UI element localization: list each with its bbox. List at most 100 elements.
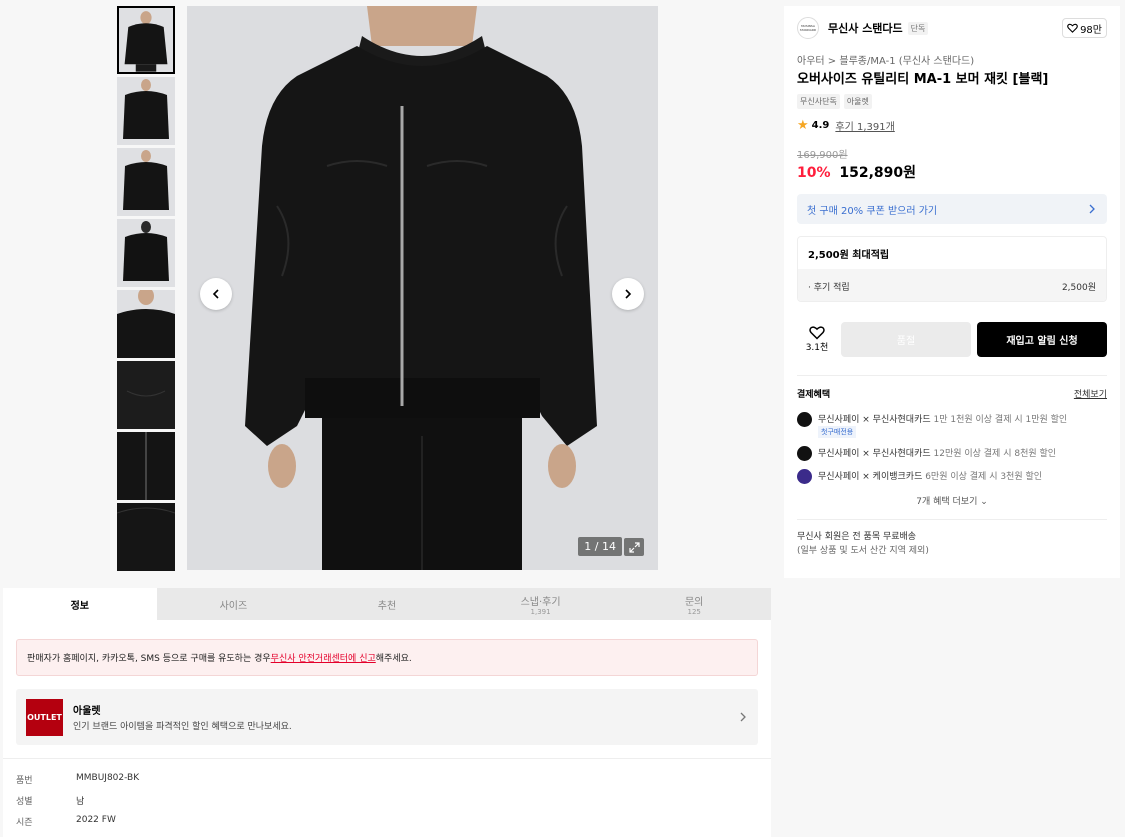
detail-tabs: 정보 사이즈 추천 스냅·후기 1,391 문의 125 xyxy=(3,588,771,620)
info-key: 품번 xyxy=(16,776,33,786)
card-icon xyxy=(797,469,812,484)
wishlist-button[interactable]: 3.1천 xyxy=(797,325,837,353)
coupon-banner[interactable]: 첫 구매 20% 쿠폰 받으러 가기 xyxy=(797,194,1107,224)
price-row: 10% 152,890원 xyxy=(797,162,916,182)
rating: ★ 4.9 후기 1,391개 xyxy=(797,118,895,133)
tab-label: 스냅·후기 xyxy=(520,596,561,608)
fraud-warning: 판매자가 홈페이지, 카카오톡, SMS 등으로 구매를 유도하는 경우 무신사… xyxy=(16,639,758,676)
product-info-panel: MUSINSA STANDARD 무신사 스탠다드 단독 98만 아우터 > 블… xyxy=(784,6,1120,578)
info-row-season: 시즌 2022 FW xyxy=(16,815,116,828)
tab-count: 1,391 xyxy=(530,607,551,616)
action-row: 3.1천 품절 재입고 알림 신청 xyxy=(797,321,1107,357)
heart-icon xyxy=(809,326,825,340)
info-row-gender: 성별 남 xyxy=(16,794,84,807)
card-icon xyxy=(797,412,812,427)
brand-name[interactable]: 무신사 스탠다드 xyxy=(828,20,903,36)
image-counter: 1 / 14 xyxy=(578,537,622,556)
card-icon xyxy=(797,446,812,461)
free-shipping-note: (일부 상품 및 도서 산간 지역 제외) xyxy=(797,546,929,556)
payment-benefit-item: 무신사페이 × 케이뱅크카드 6만원 이상 결제 시 3천원 할인 xyxy=(797,469,1107,484)
payment-benefit-item: 무신사페이 × 무신사현대카드 12만원 이상 결제 시 8천원 할인 xyxy=(797,446,1107,461)
tab-size[interactable]: 사이즈 xyxy=(157,588,311,620)
first-purchase-badge: 첫구매전용 xyxy=(818,426,857,438)
benefit-title: 무신사페이 × 무신사현대카드 xyxy=(818,415,931,425)
star-icon: ★ xyxy=(797,118,809,133)
max-points: 2,500원 최대적립 xyxy=(808,249,890,261)
soldout-button: 품절 xyxy=(841,321,971,357)
tag-exclusive: 무신사단독 xyxy=(797,94,840,109)
payment-benefits-title: 결제혜택 xyxy=(797,390,831,400)
brand-row: MUSINSA STANDARD 무신사 스탠다드 단독 98만 xyxy=(797,16,1107,40)
tag-outlet: 아울렛 xyxy=(843,94,872,109)
expand-button[interactable] xyxy=(624,538,644,556)
warning-text: 판매자가 홈페이지, 카카오톡, SMS 등으로 구매를 유도하는 경우 xyxy=(27,654,271,664)
info-key: 성별 xyxy=(16,797,33,807)
thumbnail-3[interactable] xyxy=(117,148,175,216)
benefit-desc: 1만 1천원 이상 결제 시 1만원 할인 xyxy=(930,415,1068,425)
tab-label: 문의 xyxy=(684,596,704,608)
outlet-title: 아울렛 xyxy=(73,706,101,717)
warning-text-end: 해주세요. xyxy=(375,654,412,664)
tab-info[interactable]: 정보 xyxy=(3,588,157,620)
payment-benefit-item: 무신사페이 × 무신사현대카드 1만 1천원 이상 결제 시 1만원 할인 xyxy=(797,412,1107,427)
chevron-right-icon xyxy=(1089,204,1095,214)
expand-icon xyxy=(628,541,640,553)
benefit-title: 무신사페이 × 무신사현대카드 xyxy=(818,449,931,459)
brand-tag: 단독 xyxy=(907,21,929,35)
tab-count: 125 xyxy=(687,607,701,616)
tab-snap-review[interactable]: 스냅·후기 1,391 xyxy=(464,588,618,620)
info-value: 남 xyxy=(76,797,85,807)
breadcrumb: 아우터 > 블루종/MA-1 (무신사 스탠다드) xyxy=(797,52,974,67)
brand-like-count: 98만 xyxy=(1080,24,1102,36)
thumbnail-8[interactable] xyxy=(117,503,175,571)
brand-like-button[interactable]: 98만 xyxy=(1062,18,1107,38)
breadcrumb-category[interactable]: 아우터 xyxy=(797,56,825,67)
thumbnail-1[interactable] xyxy=(117,6,175,74)
sale-price: 152,890원 xyxy=(839,165,917,181)
original-price: 169,900원 xyxy=(797,150,848,161)
breadcrumb-subcategory[interactable]: 블루종/MA-1 (무신사 스탠다드) xyxy=(839,56,974,67)
thumbnail-5[interactable] xyxy=(117,290,175,358)
tab-label: 사이즈 xyxy=(219,600,248,612)
outlet-banner[interactable]: OUTLET 아울렛 인기 브랜드 아이템을 파격적인 할인 혜택으로 만나보세… xyxy=(16,689,758,745)
coupon-label: 첫 구매 20% 쿠폰 받으러 가기 xyxy=(807,205,938,217)
tab-label: 추천 xyxy=(377,600,397,612)
benefit-title: 무신사페이 × 케이뱅크카드 xyxy=(818,472,923,482)
restock-alert-button[interactable]: 재입고 알림 신청 xyxy=(977,321,1107,357)
tab-inquiry[interactable]: 문의 125 xyxy=(617,588,771,620)
thumbnail-4[interactable] xyxy=(117,219,175,287)
review-points-label: · 후기 적립 xyxy=(808,282,850,293)
next-image-button[interactable] xyxy=(612,278,644,310)
view-all-link[interactable]: 전체보기 xyxy=(1074,387,1107,400)
outlet-text: 아울렛 인기 브랜드 아이템을 파격적인 할인 혜택으로 만나보세요. xyxy=(73,702,292,732)
discount-rate: 10% xyxy=(797,165,831,181)
info-row-product-code: 품번 MMBUJ802-BK xyxy=(16,773,139,786)
prev-image-button[interactable] xyxy=(200,278,232,310)
free-shipping-title: 무신사 회원은 전 품목 무료배송 xyxy=(797,532,917,542)
thumbnail-6[interactable] xyxy=(117,361,175,429)
free-shipping-info: 무신사 회원은 전 품목 무료배송 (일부 상품 및 도서 산간 지역 제외) xyxy=(797,530,929,558)
thumbnail-7[interactable] xyxy=(117,432,175,500)
benefit-desc: 6만원 이상 결제 시 3천원 할인 xyxy=(922,472,1043,482)
outlet-desc: 인기 브랜드 아이템을 파격적인 할인 혜택으로 만나보세요. xyxy=(73,722,292,732)
rating-score: 4.9 xyxy=(811,120,830,131)
report-link[interactable]: 무신사 안전거래센터에 신고 xyxy=(271,651,376,664)
info-key: 시즌 xyxy=(16,818,33,828)
wishlist-count: 3.1천 xyxy=(805,343,829,353)
review-link[interactable]: 후기 1,391개 xyxy=(835,118,894,133)
info-value: 2022 FW xyxy=(76,815,116,825)
chevron-right-icon xyxy=(740,712,746,722)
info-value: MMBUJ802-BK xyxy=(76,773,140,783)
brand-logo[interactable]: MUSINSA STANDARD xyxy=(797,17,819,39)
review-points-row: · 후기 적립 2,500원 xyxy=(798,269,1106,301)
more-benefits-button[interactable]: 7개 혜택 더보기 ⌄ xyxy=(784,494,1120,507)
review-points-value: 2,500원 xyxy=(1061,282,1096,293)
divider xyxy=(3,758,771,759)
main-product-image: 1 / 14 xyxy=(187,6,658,570)
info-content: 판매자가 홈페이지, 카카오톡, SMS 등으로 구매를 유도하는 경우 무신사… xyxy=(3,620,771,837)
divider xyxy=(797,519,1107,520)
thumbnail-list xyxy=(117,6,175,574)
breadcrumb-separator-icon: > xyxy=(827,56,837,67)
thumbnail-2[interactable] xyxy=(117,77,175,145)
tab-recommend[interactable]: 추천 xyxy=(310,588,464,620)
